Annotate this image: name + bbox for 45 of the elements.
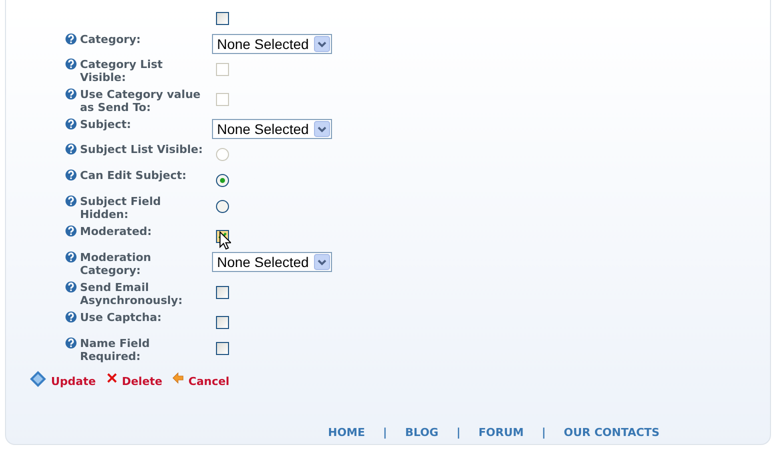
field-label: Name Field Required:	[80, 337, 151, 363]
close-icon	[106, 372, 118, 384]
help-icon[interactable]	[65, 251, 77, 263]
radio-button[interactable]	[216, 200, 229, 213]
checkbox[interactable]	[216, 342, 229, 355]
field-label: Send Email Asynchronously:	[80, 281, 184, 307]
field-label: Subject Field Hidden:	[80, 195, 162, 221]
checkbox[interactable]	[216, 286, 229, 299]
separator: |	[383, 426, 388, 439]
field-label: Category:	[80, 33, 141, 46]
help-icon[interactable]	[65, 311, 77, 323]
help-icon[interactable]	[65, 33, 77, 45]
separator: |	[456, 426, 460, 439]
help-icon[interactable]	[65, 281, 77, 293]
field-label: Category List Visible:	[80, 58, 164, 84]
action-link[interactable]: Update	[29, 370, 96, 388]
help-icon[interactable]	[65, 118, 77, 130]
footer-link[interactable]: FORUM	[478, 426, 524, 439]
field-label: Moderation Category:	[80, 251, 152, 277]
dropdown[interactable]: None Selected	[212, 119, 332, 139]
footer-link[interactable]: HOME	[328, 426, 366, 439]
footer-link[interactable]: OUR CONTACTS	[564, 426, 660, 439]
left-arrow-icon	[172, 372, 184, 384]
field-label: Use Category value as Send To:	[80, 88, 202, 114]
help-icon[interactable]	[65, 169, 77, 181]
dropdown[interactable]: None Selected	[212, 34, 332, 54]
dropdown[interactable]: None Selected	[212, 252, 332, 272]
help-icon[interactable]	[65, 88, 77, 100]
action-link[interactable]: Cancel	[172, 372, 230, 388]
field-label: Can Edit Subject:	[80, 169, 186, 182]
separator: |	[542, 426, 546, 439]
checkbox[interactable]	[216, 316, 229, 329]
help-icon[interactable]	[65, 58, 77, 70]
help-icon[interactable]	[65, 225, 77, 237]
checkbox[interactable]	[216, 12, 229, 25]
radio-button[interactable]	[216, 174, 229, 187]
field-label: Subject List Visible:	[80, 143, 203, 156]
field-label: Subject:	[80, 118, 132, 131]
footer-link[interactable]: BLOG	[405, 426, 438, 439]
help-icon[interactable]	[65, 143, 77, 155]
field-label: Moderated:	[80, 225, 152, 238]
help-icon[interactable]	[65, 337, 77, 349]
action-link[interactable]: Delete	[106, 372, 162, 388]
help-icon[interactable]	[65, 195, 77, 207]
field-label: Use Captcha:	[80, 311, 162, 324]
